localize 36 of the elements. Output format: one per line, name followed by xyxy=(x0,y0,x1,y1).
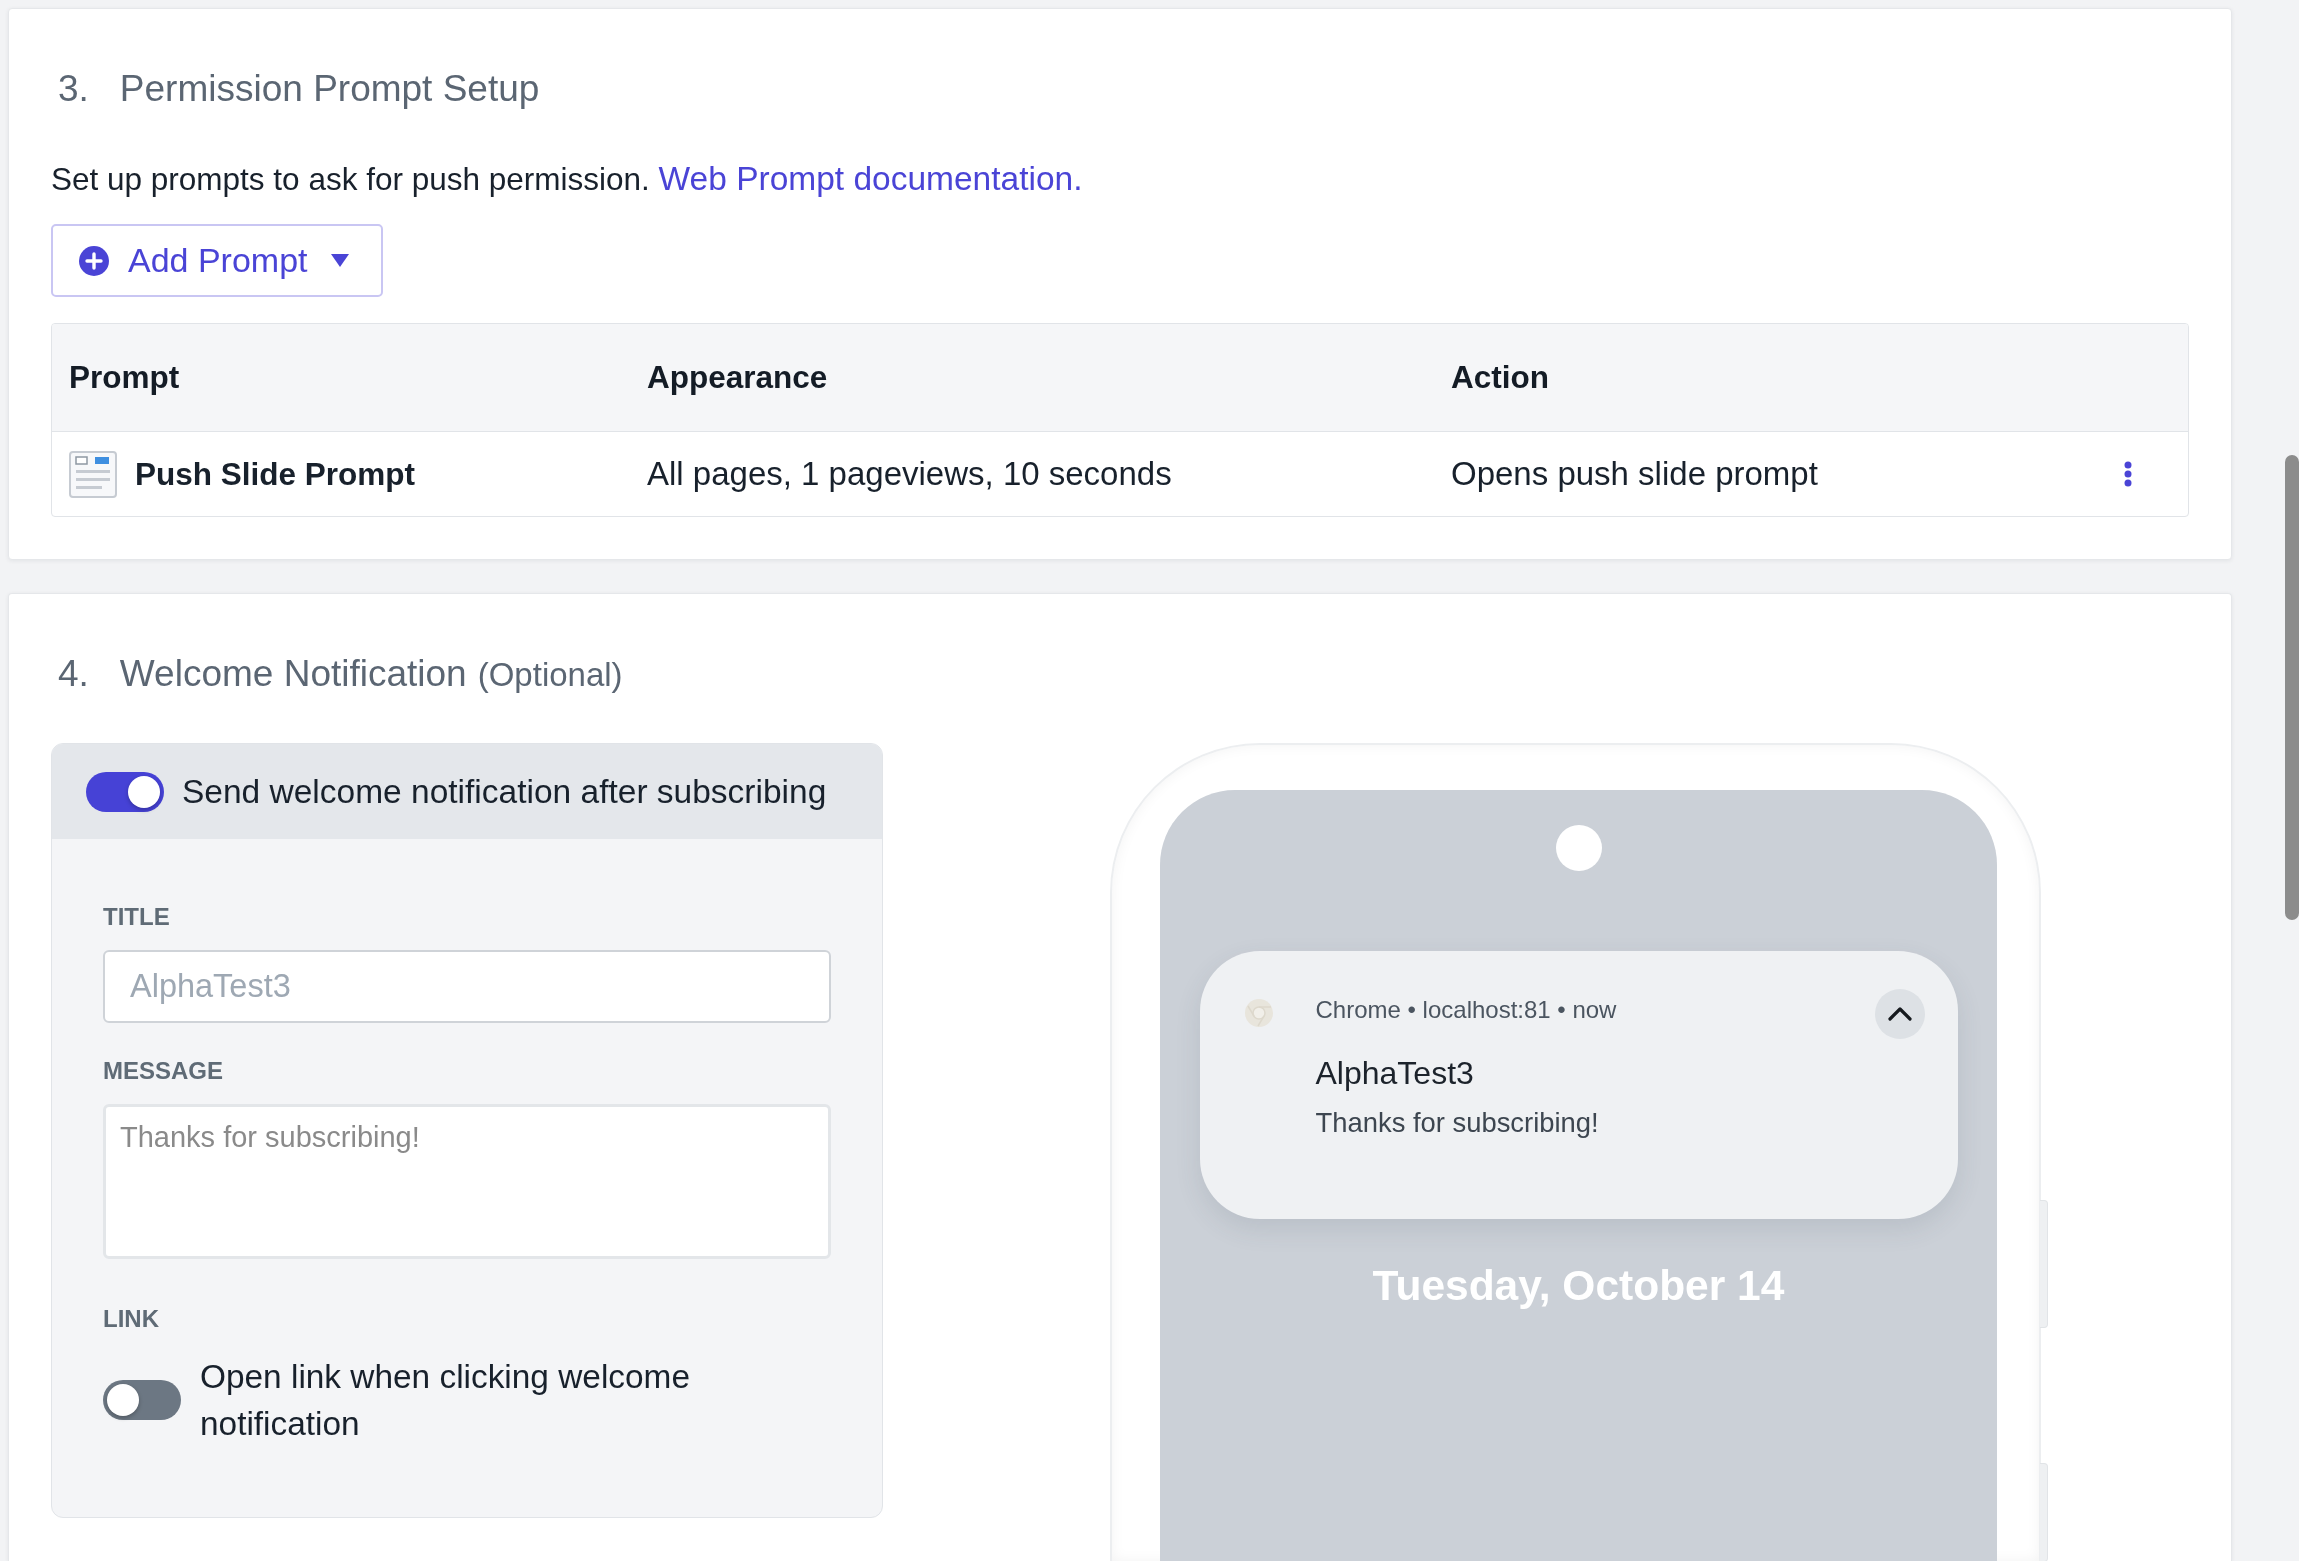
description-text: Set up prompts to ask for push permission. Web Prompt documentation. xyxy=(51,159,1084,199)
field-label: LINK xyxy=(103,1304,160,1334)
more-options-button[interactable] xyxy=(2124,461,2132,487)
chevron-up-icon xyxy=(1887,1007,1912,1021)
section-title: Permission Prompt Setup xyxy=(119,67,540,111)
camera-hole-icon xyxy=(1555,825,1602,871)
notification-source: Chrome • localhost:81 • now xyxy=(1315,996,1617,1024)
field-label: TITLE xyxy=(103,902,171,932)
plus-circle-icon xyxy=(79,245,109,276)
scrollbar-thumb[interactable] xyxy=(2285,455,2299,920)
prompt-name: Push Slide Prompt xyxy=(135,455,416,493)
documentation-link[interactable]: Web Prompt documentation. xyxy=(658,160,1083,197)
table-cell-text: Opens push slide prompt xyxy=(1450,455,1819,493)
more-vertical-icon xyxy=(2124,461,2132,487)
toggle-switch[interactable] xyxy=(103,1380,181,1420)
section-number: 4. xyxy=(58,652,89,696)
table-cell-text: All pages, 1 pageviews, 10 seconds xyxy=(646,455,1173,493)
section-number: 3. xyxy=(58,67,89,111)
toggle-label: Open link when clicking welcome notification xyxy=(200,1357,691,1444)
column-header: Action xyxy=(1450,359,1550,396)
caret-icon xyxy=(330,254,349,267)
add-prompt-button[interactable]: Add Prompt xyxy=(51,224,383,297)
app-logo-icon xyxy=(1243,998,1274,1028)
column-header: Prompt xyxy=(68,359,181,396)
notification-message: Thanks for subscribing! xyxy=(1315,1107,1599,1139)
field-label: MESSAGE xyxy=(103,1056,225,1086)
prompt-thumbnail-icon xyxy=(69,450,117,498)
text-input[interactable]: AlphaTest3 xyxy=(103,950,831,1023)
column-header: Appearance xyxy=(646,359,829,396)
optional-note: (Optional) xyxy=(477,655,623,695)
section-title: Welcome Notification xyxy=(119,652,467,696)
message-textarea[interactable]: Thanks for subscribing! xyxy=(103,1104,831,1259)
toggle-label: Send welcome notification after subscribing xyxy=(182,772,827,811)
collapse-button[interactable] xyxy=(1874,989,1925,1039)
toggle-switch[interactable] xyxy=(86,771,164,812)
notification-title: AlphaTest3 xyxy=(1315,1054,1474,1092)
